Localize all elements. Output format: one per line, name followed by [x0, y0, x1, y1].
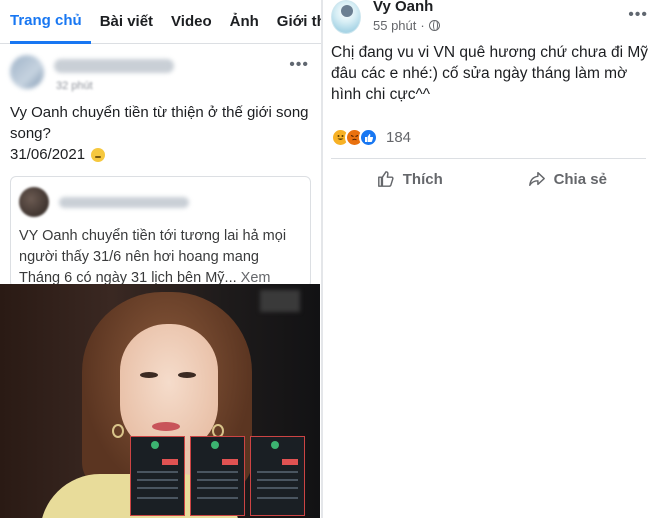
blurred-shared-avatar[interactable] — [19, 187, 49, 217]
author-name[interactable]: Vy Oanh — [373, 0, 433, 15]
thumbs-up-icon — [377, 171, 394, 187]
post-text: Chị đang vu vi VN quê hương chứ chưa đi … — [331, 44, 649, 103]
blurred-watermark — [260, 290, 300, 312]
grimace-emoji-icon — [91, 148, 106, 162]
tab-home[interactable]: Trang chủ — [10, 0, 91, 44]
shared-post-card[interactable]: VY Oanh chuyển tiền tới tương lai hả mọi… — [10, 176, 311, 307]
like-label: Thích — [402, 170, 443, 188]
share-label: Chia sẻ — [553, 170, 607, 188]
share-button[interactable]: Chia sẻ — [489, 164, 647, 194]
reactions-summary[interactable]: 184 — [331, 128, 411, 147]
tab-posts[interactable]: Bài viết — [91, 0, 162, 44]
post-header: Vy Oanh 55 phút · ••• — [323, 0, 660, 40]
avatar[interactable] — [331, 0, 361, 34]
photo-lips — [152, 422, 180, 431]
share-arrow-icon — [528, 171, 545, 187]
globe-icon — [428, 20, 440, 31]
blurred-author-name[interactable] — [54, 59, 174, 73]
like-reaction-icon — [359, 128, 378, 147]
blurred-shared-author[interactable] — [59, 196, 189, 208]
more-options-icon[interactable]: ••• — [628, 6, 648, 24]
photo-eye-right — [178, 372, 196, 378]
receipt-screenshots — [130, 436, 305, 516]
shared-post-header — [19, 185, 302, 219]
post-time[interactable]: 32 phút — [56, 80, 93, 92]
post-time-row: 55 phút · — [373, 18, 440, 33]
blurred-avatar[interactable] — [10, 55, 44, 89]
post-photo[interactable] — [0, 284, 320, 518]
left-panel: Trang chủ Bài viết Video Ảnh Giới thiệu … — [0, 0, 321, 518]
receipt-image — [250, 436, 305, 516]
tab-about[interactable]: Giới thiệu — [268, 0, 321, 44]
post: 32 phút ••• Vy Oanh chuyển tiền từ thiện… — [0, 44, 321, 307]
post-text: Vy Oanh chuyển tiền từ thiện ở thế giới … — [10, 104, 309, 142]
post-header: 32 phút ••• — [10, 52, 311, 92]
page-tabs: Trang chủ Bài viết Video Ảnh Giới thiệu — [0, 0, 321, 44]
post-time[interactable]: 55 phút — [373, 18, 416, 33]
tab-photos[interactable]: Ảnh — [221, 0, 268, 44]
divider — [331, 158, 646, 159]
photo-earring-left — [112, 424, 124, 438]
action-bar: Thích Chia sẻ — [331, 164, 646, 194]
tab-video[interactable]: Video — [162, 0, 221, 44]
receipt-image — [130, 436, 185, 516]
photo-eye-left — [140, 372, 158, 378]
receipt-image — [190, 436, 245, 516]
post-date: 31/06/2021 — [10, 146, 86, 163]
like-button[interactable]: Thích — [331, 164, 489, 194]
post-date-line: 31/06/2021 — [10, 144, 311, 166]
right-panel: Vy Oanh 55 phút · ••• Chị đang vu vi VN … — [323, 0, 660, 518]
more-options-icon[interactable]: ••• — [289, 56, 309, 74]
reaction-count: 184 — [386, 129, 412, 146]
photo-face — [120, 324, 218, 454]
